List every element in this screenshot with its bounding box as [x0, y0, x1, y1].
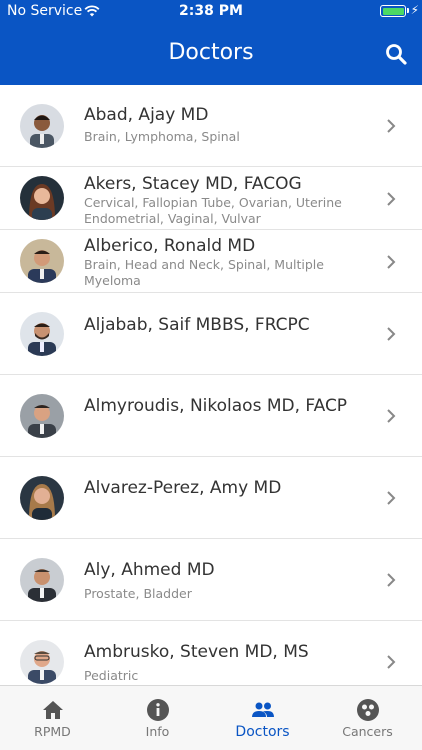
charging-icon: ⚡: [410, 3, 419, 17]
chevron-right-icon: [387, 192, 396, 206]
app-header: No Service 2:38 PM ⚡ Doctors: [0, 0, 422, 85]
doctor-avatar: [20, 312, 64, 356]
doctor-specialties: Brain, Head and Neck, Spinal, Multiple M…: [84, 257, 324, 288]
doctor-avatar: [20, 176, 64, 220]
chevron-right-icon: [387, 327, 396, 341]
tab-cancers[interactable]: Cancers: [315, 686, 420, 750]
chevron-right-icon: [387, 255, 396, 269]
search-icon[interactable]: [384, 42, 408, 66]
doctor-specialties: Brain, Lymphoma, Spinal: [84, 129, 240, 144]
tab-info[interactable]: Info: [105, 686, 210, 750]
tab-bar: RPMD Info Doctors Cancers: [0, 685, 422, 750]
tab-label: RPMD: [34, 724, 71, 739]
info-icon: [146, 699, 169, 721]
doctor-row-almyroudis[interactable]: Almyroudis, Nikolaos MD, FACP: [0, 375, 422, 457]
doctor-name: Alvarez-Perez, Amy MD: [84, 478, 282, 498]
doctor-name: Aly, Ahmed MD: [84, 560, 215, 580]
doctor-specialties: Cervical, Fallopian Tube, Ovarian, Uteri…: [84, 195, 342, 226]
doctor-list: Abad, Ajay MD Brain, Lymphoma, Spinal Ak…: [0, 85, 422, 685]
tab-label: Info: [145, 724, 170, 739]
doctor-avatar: [20, 476, 64, 520]
battery-icon: [380, 5, 406, 17]
doctor-avatar: [20, 239, 64, 283]
chevron-right-icon: [387, 491, 396, 505]
doctor-specialties: Pediatric: [84, 668, 139, 683]
chevron-right-icon: [387, 119, 396, 133]
chevron-right-icon: [387, 409, 396, 423]
doctor-name: Aljabab, Saif MBBS, FRCPC: [84, 315, 310, 335]
doctor-avatar: [20, 558, 64, 602]
home-icon: [42, 701, 63, 719]
doctor-row-ambrusko[interactable]: Ambrusko, Steven MD, MS Pediatric: [0, 621, 422, 685]
chevron-right-icon: [387, 573, 396, 587]
tab-label: Doctors: [235, 724, 290, 740]
people-icon: [251, 702, 274, 717]
doctor-row-alberico[interactable]: Alberico, Ronald MD Brain, Head and Neck…: [0, 230, 422, 293]
doctor-avatar: [20, 640, 64, 684]
doctor-row-aly[interactable]: Aly, Ahmed MD Prostate, Bladder: [0, 539, 422, 621]
page-title: Doctors: [168, 40, 254, 65]
doctor-name: Abad, Ajay MD: [84, 105, 209, 125]
doctor-name: Akers, Stacey MD, FACOG: [84, 174, 302, 194]
doctor-avatar: [20, 394, 64, 438]
doctor-row-aljabab[interactable]: Aljabab, Saif MBBS, FRCPC: [0, 293, 422, 375]
tab-doctors[interactable]: Doctors: [210, 686, 315, 750]
doctor-row-akers[interactable]: Akers, Stacey MD, FACOG Cervical, Fallop…: [0, 167, 422, 230]
chevron-right-icon: [387, 655, 396, 669]
tab-rpmd[interactable]: RPMD: [0, 686, 105, 750]
doctor-avatar: [20, 104, 64, 148]
status-bar: No Service 2:38 PM ⚡: [0, 0, 422, 24]
doctor-row-alvarez-perez[interactable]: Alvarez-Perez, Amy MD: [0, 457, 422, 539]
tab-label: Cancers: [342, 724, 393, 739]
battery-tip: [407, 8, 409, 13]
doctor-specialties: Prostate, Bladder: [84, 586, 192, 601]
clock-time: 2:38 PM: [179, 3, 243, 19]
cancers-icon: [356, 699, 379, 721]
doctor-row-abad[interactable]: Abad, Ajay MD Brain, Lymphoma, Spinal: [0, 85, 422, 167]
doctor-name: Almyroudis, Nikolaos MD, FACP: [84, 396, 348, 416]
doctor-name: Ambrusko, Steven MD, MS: [84, 642, 309, 662]
doctor-name: Alberico, Ronald MD: [84, 236, 256, 256]
